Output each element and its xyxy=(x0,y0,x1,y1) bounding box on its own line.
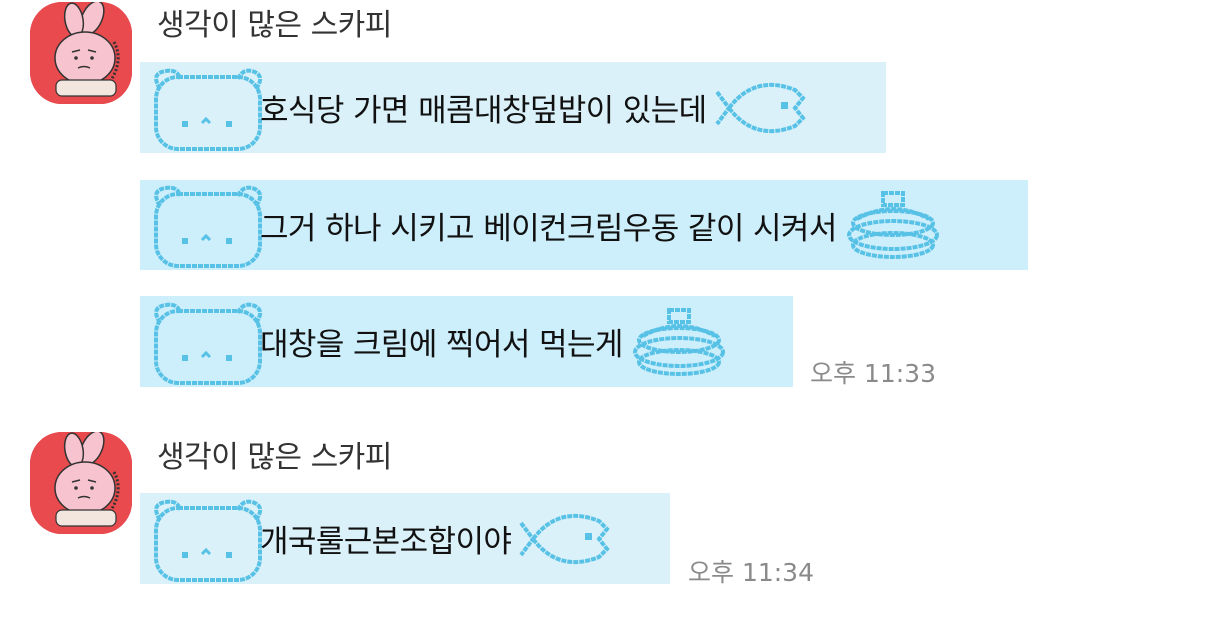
rabbit-avatar-icon xyxy=(30,432,132,534)
chat-message[interactable]: 호식당 가면 매콤대창덮밥이 있는데 xyxy=(140,62,886,153)
bear-emoticon-icon xyxy=(154,499,263,582)
sender-name: 생각이 많은 스카피 xyxy=(157,8,392,43)
fish-icon xyxy=(519,513,610,564)
sender-name: 생각이 많은 스카피 xyxy=(157,440,392,475)
chat-message[interactable]: 개국룰근본조합이야 xyxy=(140,493,670,584)
rabbit-avatar-icon xyxy=(30,2,132,104)
bear-emoticon-icon xyxy=(154,68,263,151)
pancake-icon xyxy=(632,307,725,376)
message-text: 대창을 크림에 찍어서 먹는게 xyxy=(260,327,623,363)
bear-emoticon-icon xyxy=(154,185,263,268)
message-timestamp: 오후 11:34 xyxy=(688,558,814,587)
message-timestamp: 오후 11:33 xyxy=(810,359,936,388)
message-text: 개국룰근본조합이야 xyxy=(260,524,512,560)
chat-message[interactable]: 그거 하나 시키고 베이컨크림우동 같이 시켜서 xyxy=(140,180,1028,270)
bear-emoticon-icon xyxy=(154,302,263,385)
fish-icon xyxy=(714,82,806,133)
message-text: 그거 하나 시키고 베이컨크림우동 같이 시켜서 xyxy=(260,210,837,247)
pancake-icon xyxy=(846,191,939,259)
message-text: 호식당 가면 매콤대창덮밥이 있는데 xyxy=(260,93,707,129)
avatar[interactable] xyxy=(30,432,132,534)
chat-message[interactable]: 대창을 크림에 찍어서 먹는게 xyxy=(140,296,793,387)
avatar[interactable] xyxy=(30,2,132,104)
